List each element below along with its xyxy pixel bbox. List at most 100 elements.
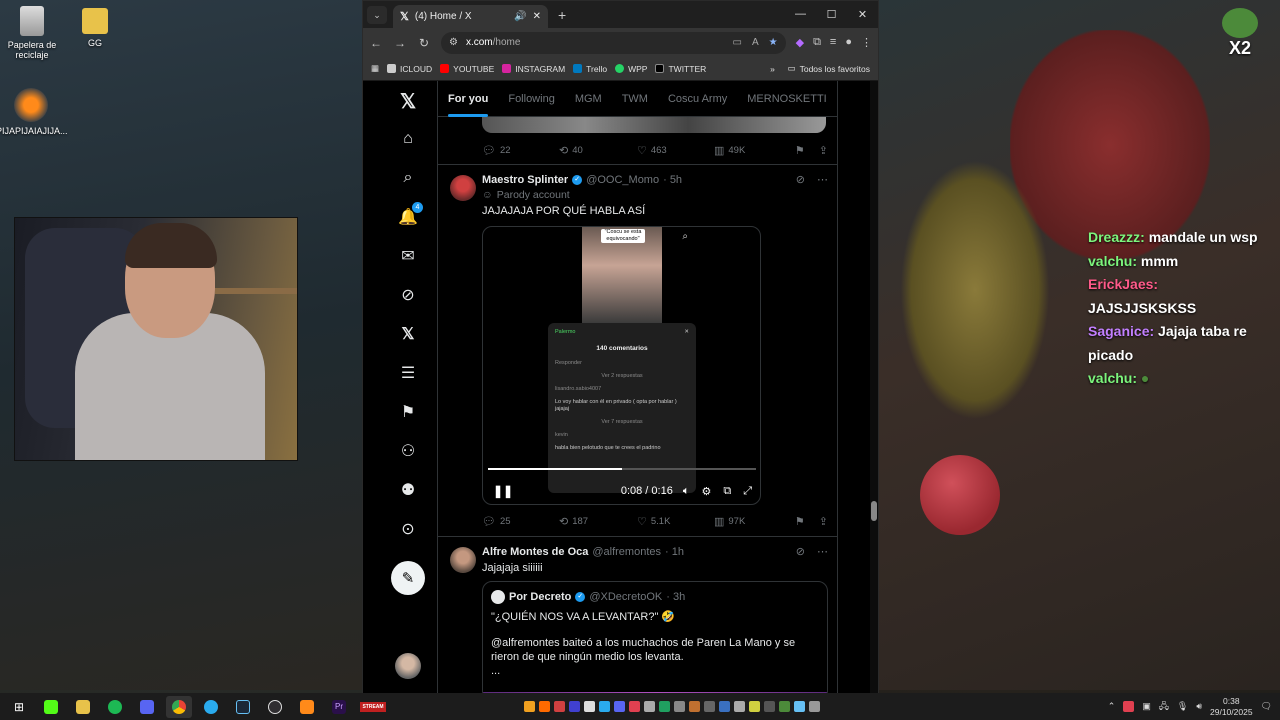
tray-app-icon[interactable]: ▣ [1142, 701, 1151, 712]
clock[interactable]: 0:38 29/10/2025 [1210, 696, 1253, 718]
bookmark-twitter[interactable]: TWITTER [655, 64, 706, 74]
tray-app-icon[interactable] [539, 701, 550, 712]
close-window-button[interactable]: ✕ [847, 8, 878, 21]
page-scrollbar[interactable] [870, 81, 878, 693]
tweet-avatar[interactable] [450, 547, 476, 573]
reply-button[interactable]: 💬︎ 25 [482, 515, 559, 528]
tray-app-icon[interactable] [659, 701, 670, 712]
taskbar-app-telegram[interactable] [198, 696, 224, 718]
pip-icon[interactable]: ⧉ [723, 485, 731, 498]
repost-button[interactable]: ⟲ 40 [559, 144, 637, 157]
video-player[interactable]: "Coscu se esta equivocando" ⌕ Palermo ✕ … [482, 226, 761, 505]
tray-app-icon[interactable] [719, 701, 730, 712]
grok-icon[interactable]: ⊘ [389, 280, 427, 310]
previous-tweet-media[interactable] [482, 117, 826, 133]
bookmarks-icon[interactable]: ⚑ [389, 397, 427, 427]
tray-app-icon[interactable] [569, 701, 580, 712]
account-avatar[interactable] [395, 653, 421, 679]
messages-icon[interactable]: ✉ [389, 241, 427, 271]
forward-button[interactable]: → [393, 36, 407, 50]
tray-app-icon[interactable] [749, 701, 760, 712]
start-button[interactable]: ⊞ [6, 696, 32, 718]
taskbar-app-obs[interactable] [262, 696, 288, 718]
notifications-icon[interactable]: 🔔 4 [389, 202, 427, 232]
author-handle[interactable]: @alfremontes [592, 546, 661, 558]
tweet-time[interactable]: · 5h [663, 174, 682, 186]
fullscreen-icon[interactable]: ⤢ [743, 485, 752, 498]
views-button[interactable]: ▥ 49K [714, 144, 795, 157]
communities-icon[interactable]: ⚇ [389, 436, 427, 466]
profile-icon[interactable]: ⚉ [389, 475, 427, 505]
tray-app-icon[interactable] [809, 701, 820, 712]
tab-search-button[interactable]: ⌄ [367, 5, 387, 24]
taskbar-app-spotify[interactable] [102, 696, 128, 718]
scrollbar-thumb[interactable] [871, 501, 877, 521]
minimize-button[interactable]: — [785, 8, 816, 21]
tab-mernosketti[interactable]: MERNOSKETTI [737, 81, 836, 117]
translate-icon[interactable]: A [752, 37, 759, 48]
lists-icon[interactable]: ☰ [389, 358, 427, 388]
media-control-icon[interactable]: ≡ [830, 36, 836, 49]
more-options-icon[interactable]: ⋯ [817, 173, 828, 186]
maximize-button[interactable]: ☐ [816, 8, 847, 21]
tweet-avatar[interactable] [450, 175, 476, 201]
x-logo-icon[interactable]: 𝕏 [389, 86, 427, 116]
notifications-icon[interactable]: 🗨︎ [1261, 701, 1272, 712]
chevron-up-icon[interactable]: ⌃ [1108, 701, 1116, 712]
volume-icon[interactable]: 🔈︎ [683, 485, 690, 498]
like-button[interactable]: ♡ 5.1K [637, 515, 714, 528]
extension-icon[interactable]: ◆ [796, 36, 804, 49]
taskbar-app-explorer[interactable] [70, 696, 96, 718]
tray-app-icon[interactable] [734, 701, 745, 712]
taskbar-app-chrome[interactable] [166, 695, 192, 718]
bookmark-instagram[interactable]: INSTAGRAM [502, 64, 565, 74]
tray-app-icon[interactable] [524, 701, 535, 712]
reload-button[interactable]: ↻ [417, 36, 431, 50]
tweet-time[interactable]: · 1h [665, 546, 684, 558]
profile-icon[interactable]: ● [845, 36, 852, 49]
recycle-bin-icon[interactable]: Papelera de reciclaje [0, 6, 67, 60]
tray-app-icon[interactable] [689, 701, 700, 712]
tab-home-x[interactable]: 𝕏 (4) Home / X 🔊 ✕ [393, 5, 548, 28]
tab-for-you[interactable]: For you [438, 81, 498, 117]
home-icon[interactable]: ⌂ [389, 124, 427, 154]
taskbar-app-premiere[interactable]: Pr [326, 696, 352, 718]
pause-button[interactable]: ❚❚ [493, 484, 513, 498]
quoted-tweet[interactable]: Por Decreto ✓ @XDecretoOK · 3h "¿QUIÉN N… [482, 581, 828, 693]
apps-grid-icon[interactable]: ▦ [371, 63, 379, 74]
bookmark-youtube[interactable]: YOUTUBE [440, 64, 494, 74]
tab-mgm[interactable]: MGM [565, 81, 612, 117]
bookmark-icon[interactable]: ⚑ [795, 515, 805, 528]
share-icon[interactable]: ⇪ [819, 144, 828, 157]
volume-icon[interactable]: 🔊︎ [1196, 701, 1202, 712]
tab-following[interactable]: Following [498, 81, 564, 117]
tray-app-icon[interactable] [554, 701, 565, 712]
network-icon[interactable]: 🖧︎ [1159, 699, 1169, 715]
more-icon[interactable]: ⊙ [389, 514, 427, 544]
all-bookmarks[interactable]: » ▭ Todos los favoritos [770, 63, 870, 74]
tab-coscu-army[interactable]: Coscu Army [658, 81, 737, 117]
bookmark-icloud[interactable]: ICLOUD [387, 64, 432, 74]
menu-kebab-icon[interactable]: ⋮ [861, 36, 872, 49]
bookmark-star-icon[interactable]: ★ [769, 37, 778, 48]
taskbar-app-discord[interactable] [134, 696, 160, 718]
taskbar-app-steam[interactable] [230, 696, 256, 718]
back-button[interactable]: ← [369, 36, 383, 50]
premium-x-icon[interactable]: 𝕏 [389, 319, 427, 349]
folder-gg-icon[interactable]: GG [60, 8, 130, 48]
tray-app-icon[interactable] [779, 701, 790, 712]
mic-icon[interactable]: 🎙︎ [1177, 701, 1188, 712]
bookmark-wpp[interactable]: WPP [615, 64, 647, 74]
grok-icon[interactable]: ⊘ [796, 173, 805, 186]
tray-app-icon[interactable] [644, 701, 655, 712]
speaker-icon[interactable]: 🔊 [514, 11, 526, 22]
grok-icon[interactable]: ⊘ [796, 545, 805, 558]
cast-icon[interactable]: ▭ [733, 37, 742, 48]
tray-app-icon[interactable] [584, 701, 595, 712]
site-info-icon[interactable]: ⚙ [449, 37, 458, 48]
tray-app-icon[interactable] [614, 701, 625, 712]
tray-app-icon[interactable] [674, 701, 685, 712]
more-options-icon[interactable]: ⋯ [817, 545, 828, 558]
close-tab-icon[interactable]: ✕ [533, 11, 541, 22]
video-progress-bar[interactable] [488, 468, 756, 470]
